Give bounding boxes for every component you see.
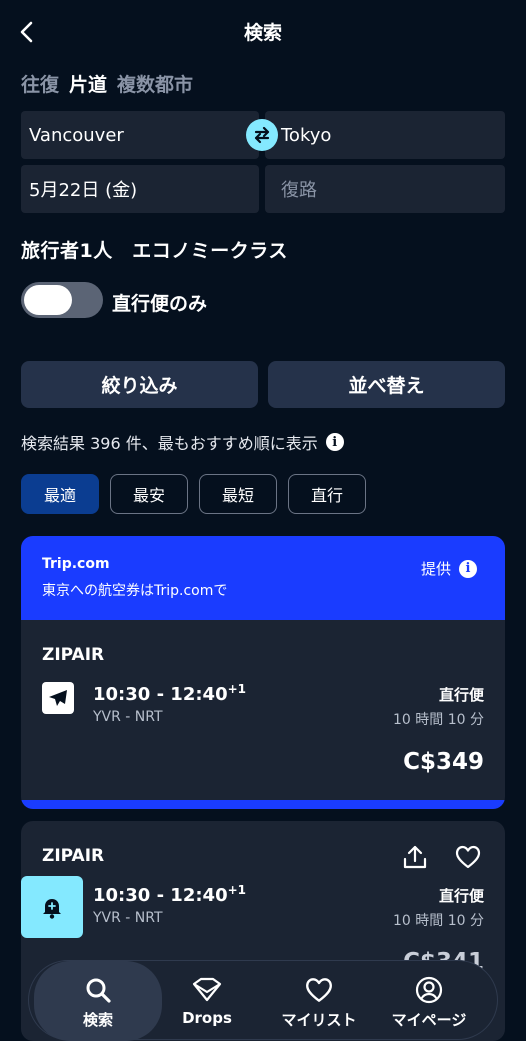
nav-label: マイリスト [281, 1011, 357, 1029]
trip-type-tabs: 往復 片道 複数都市 [21, 70, 203, 97]
flight-times: 10:30 - 12:40+1 [93, 682, 246, 705]
depart-date-field[interactable]: 5月22日 (金) [21, 165, 259, 213]
result-card[interactable]: Trip.com 東京への航空券はTrip.comで 提供 i ZIPAIR 1… [21, 536, 505, 809]
heart-icon [306, 978, 332, 1002]
chip-cheapest[interactable]: 最安 [110, 474, 188, 514]
page-title: 検索 [243, 22, 282, 44]
time-range: 10:30 - 12:40 [93, 684, 228, 705]
day-offset: +1 [227, 682, 247, 696]
nav-search[interactable]: 検索 [34, 961, 162, 1041]
nav-label: 検索 [82, 1011, 113, 1029]
duration-label: 10 時間 10 分 [393, 913, 484, 929]
tab-round-trip[interactable]: 往復 [21, 74, 59, 96]
swap-arrows-icon [254, 126, 270, 144]
flight-times: 10:30 - 12:40+1 [93, 883, 246, 906]
duration-label: 10 時間 10 分 [393, 712, 484, 728]
favorite-button[interactable] [454, 843, 482, 875]
promo-bottom-bar [21, 800, 505, 809]
airline-logo [42, 682, 74, 714]
travellers-class-selector[interactable]: 旅行者1人 エコノミークラス [21, 236, 288, 263]
sponsored-banner[interactable]: Trip.com 東京への航空券はTrip.comで 提供 i [21, 536, 505, 620]
promo-brand: Trip.com [42, 556, 110, 572]
results-summary: 検索結果 396 件、最もおすすめ順に表示 i [21, 430, 344, 454]
search-icon [86, 978, 111, 1003]
direct-only-label: 直行便のみ [112, 293, 208, 315]
info-icon[interactable]: i [325, 433, 344, 451]
flight-route: YVR - NRT [93, 709, 163, 725]
filter-button[interactable]: 絞り込み [21, 361, 258, 408]
tab-multi-city[interactable]: 複数都市 [117, 74, 193, 96]
provided-label: 提供 i [421, 558, 478, 579]
price: C$349 [403, 749, 484, 775]
drops-icon [192, 977, 222, 1002]
nav-my-page[interactable]: マイページ [377, 961, 481, 1041]
sort-button[interactable]: 並べ替え [268, 361, 505, 408]
origin-field[interactable]: Vancouver [21, 111, 259, 159]
provided-text: 提供 [421, 560, 452, 578]
tab-one-way[interactable]: 片道 [69, 74, 107, 96]
toggle-knob [24, 285, 72, 315]
chip-best[interactable]: 最適 [21, 474, 99, 514]
results-summary-text: 検索結果 396 件、最もおすすめ順に表示 [21, 434, 318, 453]
plane-icon [49, 690, 67, 706]
flight-route: YVR - NRT [93, 910, 163, 926]
airline-name: ZIPAIR [42, 645, 105, 665]
day-offset: +1 [227, 883, 247, 897]
time-range: 10:30 - 12:40 [93, 885, 228, 906]
nav-label: マイページ [391, 1011, 467, 1029]
nav-drops[interactable]: Drops [157, 961, 257, 1041]
chip-fastest[interactable]: 最短 [199, 474, 277, 514]
chip-direct[interactable]: 直行 [288, 474, 366, 514]
stops-label: 直行便 [438, 686, 484, 704]
nav-label: Drops [182, 1009, 232, 1027]
profile-icon [415, 976, 443, 1004]
stops-label: 直行便 [438, 887, 484, 905]
direct-only-toggle[interactable] [21, 282, 103, 318]
swap-button[interactable] [246, 119, 278, 151]
price-alert-button[interactable] [21, 876, 83, 938]
nav-my-list[interactable]: マイリスト [267, 961, 371, 1041]
heart-icon [455, 845, 481, 869]
airline-name: ZIPAIR [42, 846, 105, 866]
bottom-nav: 検索 Drops マイリスト マイページ [28, 960, 498, 1041]
promo-subtitle: 東京への航空券はTrip.comで [42, 583, 228, 599]
info-icon[interactable]: i [459, 559, 478, 578]
bell-plus-icon [43, 899, 61, 919]
return-date-field[interactable]: 復路 [265, 165, 505, 213]
destination-field[interactable]: Tokyo [265, 111, 505, 159]
share-icon [403, 845, 427, 869]
share-button[interactable] [401, 843, 429, 875]
